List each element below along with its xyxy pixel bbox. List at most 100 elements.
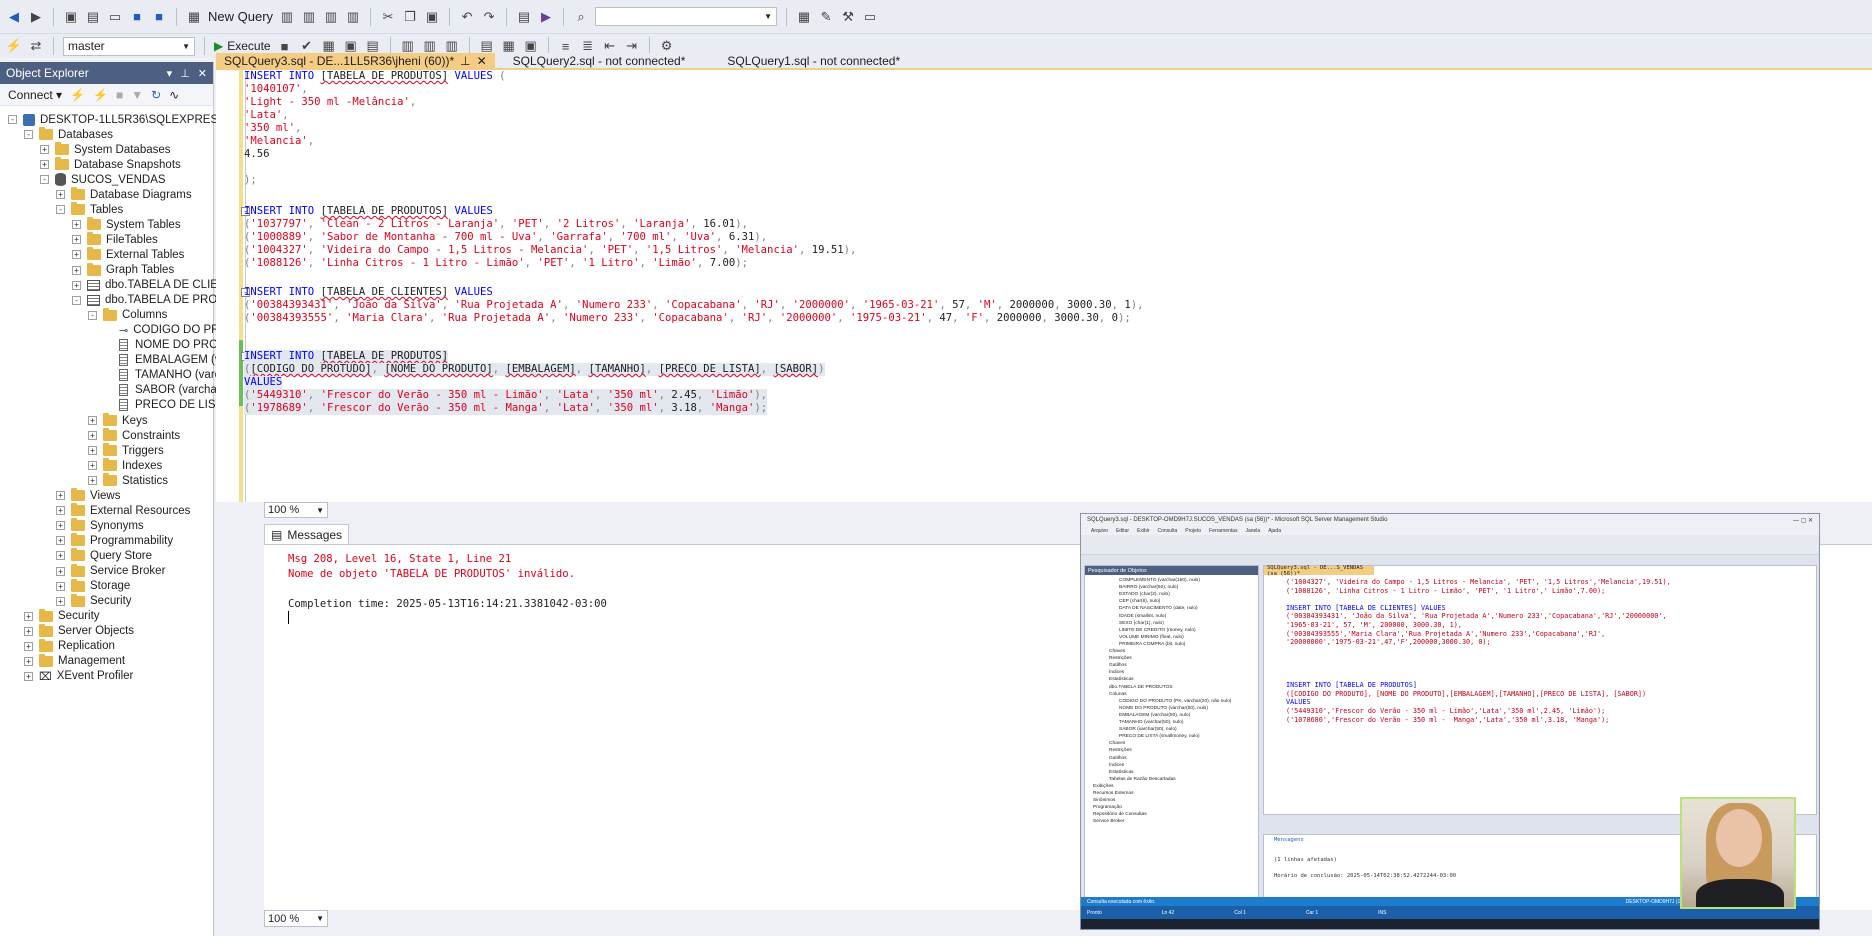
connect-icon[interactable]: ⚡ <box>70 88 85 102</box>
uncomment-icon[interactable]: ≣ <box>580 38 596 54</box>
tab-sqlquery1[interactable]: SQLQuery1.sql - not connected* <box>719 53 908 68</box>
new-query-button[interactable]: New Query <box>208 9 273 24</box>
tree-node[interactable]: + External Resources <box>56 503 190 518</box>
expand-icon[interactable]: + <box>56 506 65 516</box>
tree-node[interactable]: - Columns <box>88 307 167 323</box>
tree-node[interactable]: + Service Broker <box>56 563 165 579</box>
tree-node[interactable]: TAMANHO (varch <box>104 368 227 383</box>
collapse-icon[interactable]: - <box>40 175 49 185</box>
tree-node[interactable]: + Storage <box>56 578 130 594</box>
find-combo[interactable]: ▼ <box>595 7 778 26</box>
collapse-icon[interactable]: - <box>72 295 81 305</box>
tree-node[interactable]: + Database Snapshots <box>40 157 181 172</box>
close-icon[interactable]: ✕ <box>477 54 487 68</box>
database-select[interactable]: master ▼ <box>63 36 195 56</box>
tree-node[interactable]: + External Tables <box>72 247 184 262</box>
expand-icon[interactable]: + <box>56 566 65 576</box>
new-query-icon[interactable]: ▦ <box>186 9 202 25</box>
live-stats-icon[interactable]: ▥ <box>422 38 438 54</box>
expand-icon[interactable]: + <box>24 641 33 651</box>
stop-icon[interactable]: ■ <box>277 38 293 54</box>
expand-icon[interactable]: + <box>24 611 33 621</box>
debug-icon[interactable]: ▤ <box>516 9 532 25</box>
comment-icon[interactable]: ≡ <box>558 38 574 54</box>
tree-node[interactable]: + Programmability <box>56 533 173 548</box>
collapse-icon[interactable]: - <box>24 130 33 140</box>
redo-icon[interactable]: ↷ <box>481 9 497 25</box>
results-to-file-icon[interactable]: ▣ <box>523 38 539 54</box>
save-icon[interactable]: ■ <box>129 9 145 25</box>
das-query-icon[interactable]: ▥ <box>345 9 361 25</box>
expand-icon[interactable]: + <box>56 521 65 531</box>
tree-node[interactable]: + System Databases <box>40 142 171 157</box>
expand-icon[interactable]: + <box>88 476 97 486</box>
connect-icon[interactable]: ⚡ <box>6 38 22 54</box>
expand-icon[interactable]: + <box>88 461 97 471</box>
add-item-icon[interactable]: ▤ <box>85 9 101 25</box>
collapse-icon[interactable]: - <box>8 115 17 124</box>
sql-code-editor[interactable]: INSERT INTO [TABELA DE PRODUTOS] VALUES … <box>216 70 1872 502</box>
refresh-icon[interactable]: ↻ <box>151 88 161 102</box>
parse-icon[interactable]: ✔ <box>299 38 315 54</box>
mdx-query-icon[interactable]: ▥ <box>279 9 295 25</box>
expand-icon[interactable]: + <box>88 446 97 456</box>
options-icon[interactable]: ▭ <box>862 9 878 25</box>
disconnect-icon[interactable]: ⚡ <box>93 88 108 102</box>
expand-icon[interactable]: + <box>56 190 65 200</box>
cut-icon[interactable]: ✂ <box>380 9 396 25</box>
tree-node[interactable]: - Databases <box>24 127 113 142</box>
tree-node[interactable]: + System Tables <box>72 217 181 232</box>
include-plan-icon[interactable]: ▥ <box>400 38 416 54</box>
new-project-icon[interactable]: ▣ <box>63 9 79 25</box>
tree-node[interactable]: + Security <box>56 593 132 609</box>
messages-zoom-select[interactable]: 100 % ▼ <box>264 910 328 927</box>
specify-values-icon[interactable]: ⚙ <box>659 38 675 54</box>
expand-icon[interactable]: + <box>72 280 81 290</box>
pin-icon[interactable]: ⊥ <box>180 67 190 80</box>
tree-node[interactable]: + Synonyms <box>56 518 144 533</box>
tree-node[interactable]: + Views <box>56 488 120 503</box>
paste-icon[interactable]: ▣ <box>424 9 440 25</box>
tree-node[interactable]: + Keys <box>88 413 148 428</box>
tree-node[interactable]: + Management <box>24 653 125 669</box>
display-plan-icon[interactable]: ▦ <box>321 38 337 54</box>
activity-icon[interactable]: ∿ <box>169 88 179 102</box>
solution-config-icon[interactable]: ▶ <box>538 9 554 25</box>
tree-node[interactable]: + Query Store <box>56 548 152 563</box>
expand-icon[interactable]: + <box>88 431 97 441</box>
results-options-icon[interactable]: ▤ <box>365 38 381 54</box>
open-file-icon[interactable]: ▭ <box>107 9 123 25</box>
expand-icon[interactable]: + <box>24 626 33 636</box>
dmx-query-icon[interactable]: ▥ <box>301 9 317 25</box>
client-stats-icon[interactable]: ▥ <box>444 38 460 54</box>
tab-sqlquery2[interactable]: SQLQuery2.sql - not connected* <box>505 53 694 68</box>
tree-node[interactable]: + ⌧ XEvent Profiler <box>24 669 133 684</box>
tree-node[interactable]: + Security <box>24 608 100 624</box>
close-icon[interactable]: ✕ <box>198 67 207 80</box>
results-to-grid-icon[interactable]: ▦ <box>501 38 517 54</box>
dropdown-icon[interactable]: ▾ <box>167 67 173 80</box>
expand-icon[interactable]: + <box>56 551 65 561</box>
connect-dropdown[interactable]: Connect ▾ <box>8 88 62 102</box>
tree-node[interactable]: + Graph Tables <box>72 262 174 278</box>
collapse-icon[interactable]: - <box>56 205 65 215</box>
expand-icon[interactable]: + <box>40 145 49 155</box>
editor-zoom-select[interactable]: 100 % ▼ <box>264 502 328 518</box>
undo-icon[interactable]: ↶ <box>459 9 475 25</box>
expand-icon[interactable]: + <box>40 160 49 170</box>
copy-icon[interactable]: ❐ <box>402 9 418 25</box>
tree-node[interactable]: + Statistics <box>88 473 168 488</box>
save-all-icon[interactable]: ■ <box>151 9 167 25</box>
expand-icon[interactable]: + <box>56 536 65 546</box>
filter-icon[interactable]: ▼ <box>131 88 143 102</box>
expand-icon[interactable]: + <box>56 581 65 591</box>
tree-node[interactable]: + Replication <box>24 638 115 654</box>
change-connection-icon[interactable]: ⇄ <box>28 38 44 54</box>
forward-icon[interactable]: ▶ <box>28 9 44 25</box>
tab-sqlquery3[interactable]: SQLQuery3.sql - DE...1LL5R36\jheni (60))… <box>216 53 495 68</box>
query-designer-icon[interactable]: ▣ <box>343 38 359 54</box>
collapse-icon[interactable]: - <box>88 310 97 320</box>
expand-icon[interactable]: + <box>56 491 65 501</box>
expand-icon[interactable]: + <box>56 596 65 606</box>
pin-icon[interactable]: ⊥ <box>460 54 470 68</box>
